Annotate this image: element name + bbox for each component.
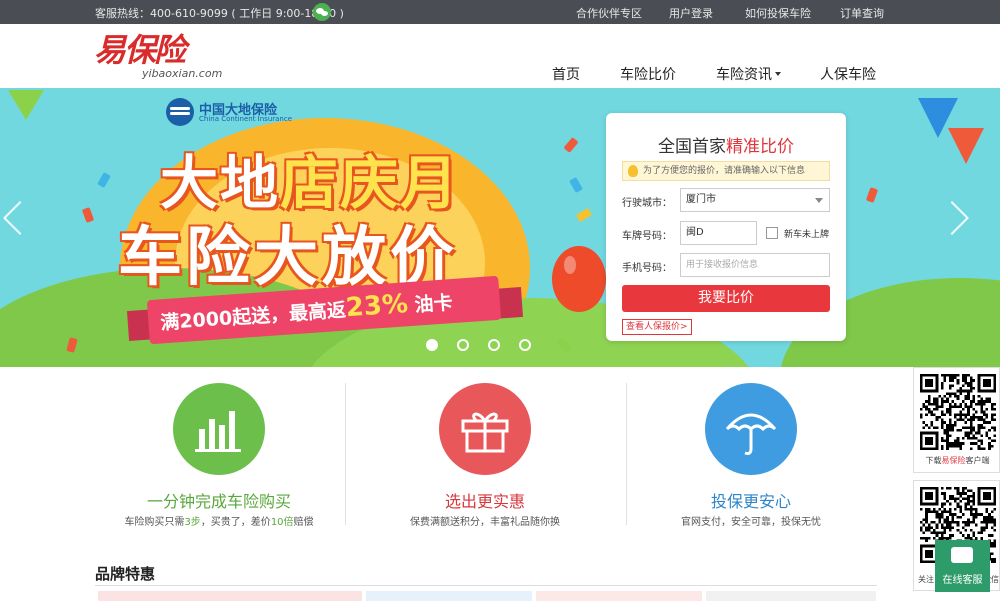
quote-tip: 为了方便您的报价，请准确输入以下信息 [622,161,830,181]
quote-tip-text: 为了方便您的报价，请准确输入以下信息 [643,166,806,176]
balloon-decoration [552,246,606,312]
phone-label: 手机号码： [622,263,672,274]
caret-down-icon [775,72,781,76]
app-download-panel: 下载易保险客户端 [913,367,1000,473]
hero-banner[interactable]: 中国大地保险 China Continent Insurance 大地店庆月 车… [0,88,1000,367]
site-logo[interactable]: 易保险 yibaoxian.com [94,34,224,82]
slide-dot[interactable] [457,339,469,351]
nav-news[interactable]: 车险资讯 [716,64,781,84]
plate-label: 车牌号码： [622,231,672,242]
chat-bubble-icon [951,547,973,563]
user-login-link[interactable]: 用户登录 [669,5,713,21]
wechat-icon[interactable] [313,3,331,21]
partner-zone-link[interactable]: 合作伙伴专区 [576,5,642,21]
bunting-flag [948,128,984,164]
top-bar: 客服热线：400-610-9099 ( 工作日 9:00-18:00 ) 合作伙… [0,0,1000,24]
city-select[interactable]: 厦门市 [680,188,830,212]
feature-desc: 保费满额送积分，丰富礼品随你换 [410,517,560,528]
plate-input[interactable]: 闽D [680,221,757,245]
promo-percent: 23% [344,288,409,324]
brand-tile[interactable] [706,591,876,601]
feature-title: 一分钟完成车险购买 [146,492,291,511]
dropdown-arrow-icon [815,198,823,203]
phone-input[interactable]: 用于接收报价信息 [680,253,830,277]
order-query-link[interactable]: 订单查询 [840,5,884,21]
city-label: 行驶城市： [622,198,672,209]
slide-dot[interactable] [426,339,438,351]
city-value: 厦门市 [686,194,716,205]
nav-news-label: 车险资讯 [716,67,772,83]
china-continent-logo-icon [166,98,194,126]
download-caption-c: 客户端 [965,456,990,465]
customer-service-button[interactable]: 在线客服 [935,540,990,592]
picc-quote-link[interactable]: 查看人保报价> [622,319,692,335]
promo-part-b: 油卡 [413,291,454,317]
quote-form: 全国首家精准比价 为了方便您的报价，请准确输入以下信息 行驶城市： 厦门市 车牌… [606,113,846,341]
confetti [97,171,111,189]
confetti [575,208,593,222]
site-header: 易保险 yibaoxian.com 首页 车险比价 车险资讯 人保车险 [0,24,1000,88]
gift-icon [439,383,531,475]
hotline-text: 客服热线：400-610-9099 ( 工作日 9:00-18:00 ) [95,7,344,20]
customer-service-label: 在线客服 [942,575,983,586]
logo-domain: yibaoxian.com [142,67,223,80]
feature-desc-b: 3步 [184,517,201,528]
feature-desc: 官网支付，安全可靠，投保无忧 [681,517,821,528]
quote-title-b: 精准比价 [726,137,794,157]
nav-home[interactable]: 首页 [552,64,580,84]
umbrella-icon [705,383,797,475]
feature-desc-e: 赔偿 [293,517,314,528]
nav-compare[interactable]: 车险比价 [620,64,676,84]
confetti [569,176,583,194]
confetti [563,137,579,153]
nav-picc[interactable]: 人保车险 [820,64,876,84]
app-qr-code-icon[interactable] [920,374,996,450]
feature-desc-c: ，买贵了，差价 [200,517,271,528]
confetti [865,187,879,203]
feature-title: 投保更安心 [710,492,791,511]
feature-title: 选出更实惠 [444,492,525,511]
brand-section-title: 品牌特惠 [95,565,156,583]
feature-desc-d: 10倍 [270,517,294,528]
download-caption-a: 下载 [925,456,942,465]
next-slide-arrow-icon[interactable] [935,201,969,235]
download-caption: 下载易保险客户端 [914,455,1000,466]
partner-name-en: China Continent Insurance [199,115,293,123]
new-car-label[interactable]: 新车未上牌 [784,227,829,240]
brand-tile[interactable] [98,591,362,601]
prev-slide-arrow-icon[interactable] [3,201,37,235]
brand-tile[interactable] [366,591,532,601]
slide-dot[interactable] [488,339,500,351]
lightbulb-icon [628,165,638,177]
compare-button[interactable]: 我要比价 [622,285,830,312]
feature-desc-a: 车险购买只需 [124,517,185,528]
brand-tile[interactable] [536,591,702,601]
feature-fast: 一分钟完成车险购买 车险购买只需3步，买贵了，差价10倍赔偿 [79,383,359,528]
quote-title-a: 全国首家 [658,137,726,157]
confetti [81,207,95,223]
chart-icon [173,383,265,475]
how-to-insure-link[interactable]: 如何投保车险 [745,5,811,21]
new-car-checkbox[interactable] [766,227,778,239]
bunting-flag [8,90,44,120]
quote-title: 全国首家精准比价 [606,132,846,157]
feature-desc: 车险购买只需3步，买贵了，差价10倍赔偿 [79,513,359,528]
feature-value: 选出更实惠 保费满额送积分，丰富礼品随你换 [345,383,625,528]
section-divider [95,585,877,586]
download-caption-b: 易保险 [941,456,966,465]
logo-text: 易保险 [94,31,186,69]
slide-dot[interactable] [519,339,531,351]
feature-safe: 投保更安心 官网支付，安全可靠，投保无忧 [611,383,891,528]
